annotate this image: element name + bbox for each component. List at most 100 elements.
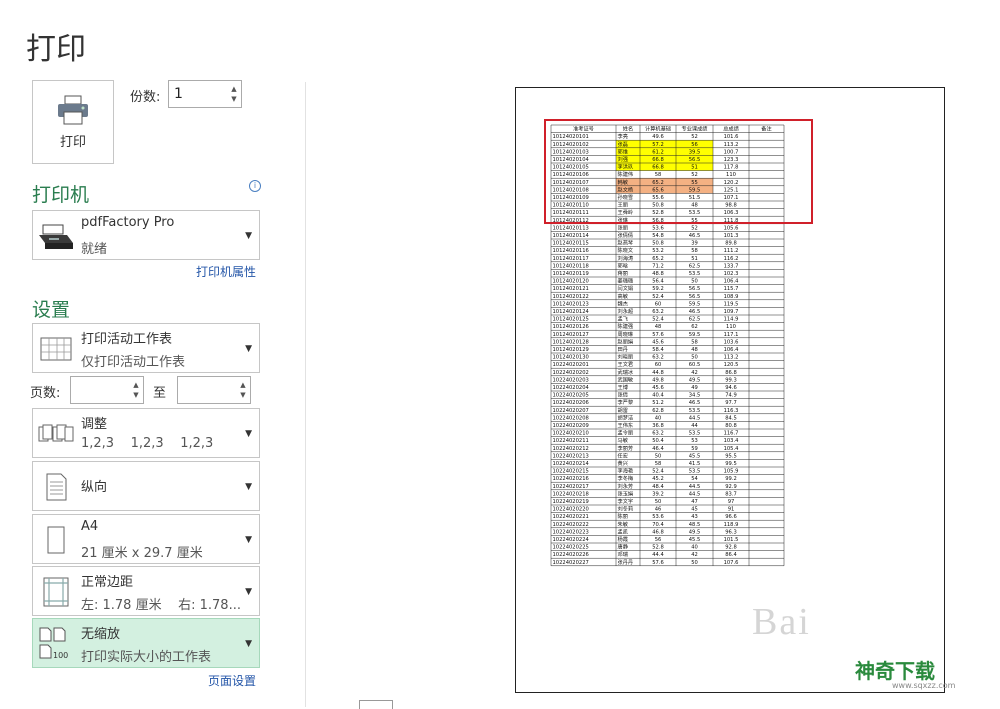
table-cell: 张丹丹 — [618, 558, 634, 566]
table-cell: 92.8 — [725, 545, 737, 551]
table-cell: 10124020113 — [553, 225, 589, 231]
scaling-dropdown[interactable]: 100 无缩放 打印实际大小的工作表 ▼ — [32, 618, 260, 668]
table-cell: 李严黎 — [618, 398, 634, 406]
table-cell: 10224020208 — [553, 415, 589, 421]
table-cell: 118.9 — [724, 522, 739, 528]
preview-nav-tab[interactable] — [359, 700, 393, 709]
scaling-title: 无缩放 — [81, 627, 121, 642]
table-cell: 高敏 — [618, 292, 629, 300]
pages-to-input[interactable]: ▲ ▼ — [177, 376, 251, 404]
table-cell: 43 — [691, 514, 698, 520]
spin-up-icon[interactable]: ▲ — [240, 380, 245, 390]
worksheet-icon — [40, 337, 72, 361]
table-cell: 105.4 — [724, 446, 740, 452]
table-cell: 44.5 — [689, 491, 701, 497]
collate-dropdown[interactable]: 调整 1,2,3 1,2,3 1,2,3 ▼ — [32, 408, 260, 458]
print-scope-dropdown[interactable]: 打印活动工作表 仅打印活动工作表 ▼ — [32, 323, 260, 373]
print-button-label: 打印 — [59, 134, 86, 150]
table-cell: 58 — [691, 339, 698, 345]
table-cell: 10124020120 — [553, 279, 589, 285]
print-button[interactable]: 打印 — [32, 80, 114, 164]
spin-down-icon[interactable]: ▼ — [240, 390, 245, 400]
table-cell: 54.8 — [652, 233, 664, 239]
table-cell: 44.4 — [652, 552, 664, 558]
table-cell: 刘永芳 — [618, 482, 634, 490]
table-cell: 53.6 — [652, 514, 664, 520]
table-cell: 59.2 — [652, 286, 664, 292]
chevron-down-icon: ▼ — [245, 344, 252, 354]
table-cell: 70.4 — [652, 522, 664, 528]
table-cell: 10124020121 — [553, 286, 589, 292]
table-cell: 59.5 — [689, 332, 701, 338]
table-cell: 96.3 — [725, 529, 737, 535]
table-cell: 50 — [655, 499, 662, 505]
table-cell: 10224020221 — [553, 514, 589, 520]
annotation-highlight-box — [544, 119, 813, 224]
table-cell: 119.5 — [724, 301, 739, 307]
table-cell: 姜璐璐 — [618, 277, 634, 285]
table-cell: 113.2 — [724, 355, 739, 361]
table-cell: 116.3 — [724, 408, 739, 414]
table-cell: 10224020212 — [553, 446, 589, 452]
table-cell: 116.2 — [724, 256, 739, 262]
table-cell: 63.2 — [652, 355, 664, 361]
table-cell: 57.6 — [652, 560, 664, 566]
table-cell: 10224020222 — [553, 522, 589, 528]
table-cell: 10124020122 — [553, 294, 589, 300]
table-cell: 10124020124 — [553, 309, 590, 315]
spin-up-icon[interactable]: ▲ — [133, 380, 138, 390]
printer-properties-link[interactable]: 打印机属性 — [196, 263, 256, 280]
table-cell: 52.4 — [652, 317, 664, 323]
table-cell: 48.4 — [652, 484, 664, 490]
table-cell: 110 — [726, 324, 736, 330]
margins-dropdown[interactable]: 正常边距 左: 1.78 厘米 右: 1.78... ▼ — [32, 566, 260, 616]
table-cell: 10124020125 — [553, 317, 589, 323]
table-cell: 10124020117 — [553, 256, 589, 262]
table-cell: 唐静 — [618, 543, 629, 551]
table-cell: 109.7 — [724, 309, 739, 315]
table-cell: 133.7 — [724, 263, 739, 269]
info-icon[interactable]: i — [249, 180, 261, 192]
table-cell: 10124020118 — [553, 263, 589, 269]
table-cell: 10224020225 — [553, 545, 589, 551]
table-cell: 45.6 — [652, 339, 664, 345]
spin-up-icon[interactable]: ▲ — [231, 84, 236, 94]
table-cell: 101.5 — [724, 537, 739, 543]
brand-logo: 神奇下载 — [855, 659, 935, 683]
orientation-dropdown[interactable]: 纵向 ▼ — [32, 461, 260, 511]
watermark-text: Bai — [752, 601, 811, 643]
chevron-down-icon: ▼ — [245, 639, 252, 649]
copies-label: 份数: — [130, 90, 161, 105]
table-cell: 49.8 — [652, 377, 664, 383]
pages-from-input[interactable]: ▲ ▼ — [70, 376, 144, 404]
scaling-subtitle: 打印实际大小的工作表 — [81, 650, 212, 665]
table-cell: 10224020206 — [553, 400, 589, 406]
table-cell: 96.6 — [725, 514, 737, 520]
page-setup-link[interactable]: 页面设置 — [208, 672, 256, 689]
spin-down-icon[interactable]: ▼ — [133, 390, 138, 400]
table-cell: 115.7 — [724, 286, 739, 292]
table-cell: 刘晓丽 — [618, 353, 634, 361]
table-cell: 44.8 — [652, 370, 664, 376]
table-cell: 10124020114 — [553, 233, 590, 239]
table-cell: 42 — [691, 552, 698, 558]
table-cell: 60.5 — [689, 362, 701, 368]
table-cell: 10224020216 — [553, 476, 589, 482]
paper-size-title: A4 — [81, 519, 99, 534]
paper-size-dropdown[interactable]: A4 21 厘米 x 29.7 厘米 ▼ — [32, 514, 260, 564]
chevron-down-icon: ▼ — [245, 429, 252, 439]
chevron-down-icon: ▼ — [245, 231, 252, 241]
table-cell: 50 — [691, 560, 698, 566]
table-cell: 46.4 — [652, 446, 664, 452]
table-cell: 65.2 — [652, 256, 664, 262]
copies-stepper[interactable]: 1 ▲ ▼ — [168, 80, 242, 108]
table-cell: 40 — [691, 545, 698, 551]
table-cell: 42 — [691, 370, 698, 376]
spin-down-icon[interactable]: ▼ — [231, 94, 236, 104]
printer-dropdown[interactable]: pdfFactory Pro 就绪 ▼ — [32, 210, 260, 260]
table-cell: 10124020128 — [553, 339, 589, 345]
table-cell: 46.5 — [689, 400, 701, 406]
table-cell: 李冬梅 — [618, 474, 634, 482]
table-cell: 10224020207 — [553, 408, 589, 414]
page-title: 打印 — [26, 32, 86, 67]
